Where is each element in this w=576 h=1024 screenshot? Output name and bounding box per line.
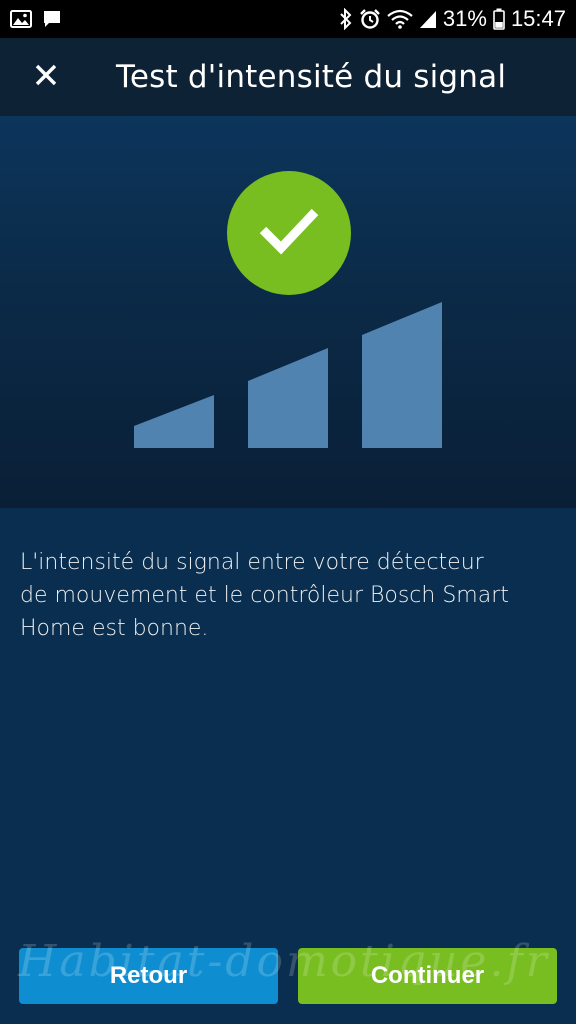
app-header: Test d'intensité du signal	[0, 38, 576, 116]
message-line-3: Home est bonne.	[20, 616, 209, 641]
signal-bar-2	[248, 348, 328, 448]
battery-percent: 31%	[442, 6, 487, 31]
signal-hero	[0, 116, 576, 508]
close-button[interactable]	[26, 57, 66, 97]
message-line-2: de mouvement et le contrôleur Bosch Smar…	[20, 583, 509, 608]
screen: 31% 15:47 Test d'intensité du signal L'i…	[0, 0, 576, 1024]
message-line-1: L'intensité du signal entre votre détect…	[20, 550, 484, 575]
signal-bar-3	[362, 302, 442, 448]
message-icon	[42, 9, 62, 29]
signal-strength-icon	[134, 302, 442, 448]
status-right: 31% 15:47	[339, 8, 566, 30]
page-title: Test d'intensité du signal	[116, 59, 507, 95]
status-left	[10, 9, 62, 29]
cell-signal-icon	[419, 9, 437, 29]
signal-result-message: L'intensité du signal entre votre détect…	[20, 546, 560, 645]
bluetooth-icon	[339, 8, 353, 30]
back-button[interactable]: Retour	[19, 948, 278, 1004]
battery-icon	[493, 8, 505, 30]
alarm-icon	[359, 8, 381, 30]
close-icon	[34, 63, 58, 92]
status-time: 15:47	[510, 6, 566, 31]
signal-bar-1	[134, 395, 214, 448]
status-bar: 31% 15:47	[0, 0, 576, 38]
continue-button[interactable]: Continuer	[298, 948, 557, 1004]
wifi-icon	[387, 9, 413, 29]
image-icon	[10, 10, 32, 28]
